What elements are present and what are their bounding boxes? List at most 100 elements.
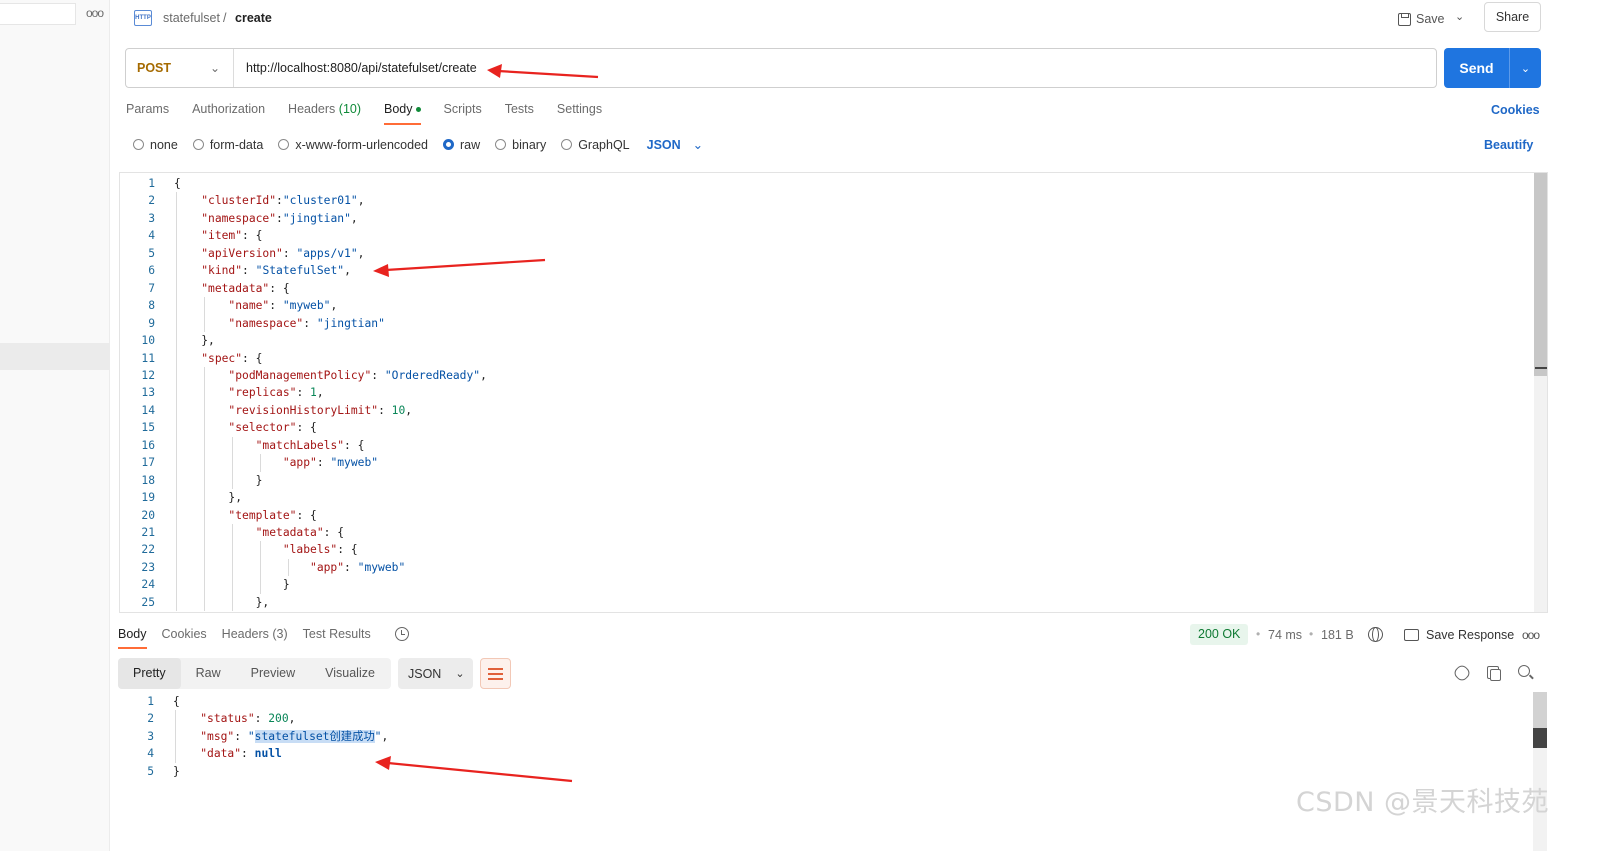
code-text: {	[173, 695, 180, 708]
method-label: POST	[137, 61, 172, 75]
code-text: "revisionHistoryLimit": 10,	[228, 403, 413, 417]
code-text: }	[174, 473, 263, 487]
response-tab-test-results[interactable]: Test Results	[303, 627, 371, 649]
search-icon[interactable]	[1518, 665, 1530, 677]
tab-scripts[interactable]: Scripts	[444, 102, 482, 125]
beautify-button[interactable]: Beautify	[1484, 138, 1533, 152]
code-line: 4 "data": null	[119, 745, 1519, 762]
globe-icon[interactable]	[1368, 627, 1383, 642]
code-text: {	[174, 177, 181, 190]
code-text: "matchLabels": {	[255, 438, 365, 452]
wrap-lines-icon[interactable]	[480, 658, 511, 689]
tab-settings[interactable]: Settings	[557, 102, 602, 125]
body-type-raw[interactable]: raw	[443, 138, 480, 152]
send-options-chevron-icon[interactable]: ⌄	[1510, 62, 1541, 75]
code-text: },	[174, 491, 243, 505]
tab-headers[interactable]: Headers (10)	[288, 102, 361, 125]
indent-guide	[260, 454, 261, 472]
indent-guide	[260, 541, 261, 594]
tab-body[interactable]: Body	[384, 102, 421, 125]
line-number: 12	[141, 368, 155, 382]
code-line: 4 "item": {	[120, 227, 1520, 244]
response-scrollbar-thumb[interactable]	[1533, 728, 1547, 748]
share-button[interactable]: Share	[1484, 2, 1541, 32]
line-number: 10	[141, 334, 155, 348]
editor-scrollbar-thumb[interactable]	[1534, 173, 1547, 376]
view-pretty[interactable]: Pretty	[118, 658, 181, 689]
save-button[interactable]: Save	[1398, 8, 1445, 30]
line-number: 6	[148, 264, 155, 278]
indent-guide	[288, 558, 289, 577]
tab-authorization[interactable]: Authorization	[192, 102, 265, 125]
body-type-urlencoded[interactable]: x-www-form-urlencoded	[278, 138, 428, 152]
cookies-link[interactable]: Cookies	[1491, 103, 1540, 117]
breadcrumb-separator: /	[223, 11, 227, 25]
view-preview[interactable]: Preview	[236, 658, 310, 689]
code-text: "replicas": 1,	[228, 386, 324, 400]
tab-headers-count: (10)	[338, 102, 362, 116]
line-number: 5	[147, 764, 154, 778]
tab-params[interactable]: Params	[126, 102, 169, 125]
code-line: 24 }	[120, 576, 1520, 593]
view-visualize[interactable]: Visualize	[310, 658, 390, 689]
response-time: 74 ms	[1268, 628, 1303, 642]
response-body-viewer[interactable]: 1{2 "status": 200, 3 "msg": "statefulset创…	[119, 692, 1548, 851]
body-type-binary[interactable]: binary	[495, 138, 546, 152]
code-line: 2 "status": 200,	[119, 710, 1519, 727]
line-number: 24	[141, 578, 155, 592]
response-format-select[interactable]: JSON ⌄	[398, 658, 473, 689]
body-modified-dot-icon	[415, 107, 421, 113]
chevron-down-icon: ⌄	[455, 668, 465, 680]
code-text: "status": 200,	[200, 712, 296, 726]
line-number: 14	[141, 403, 155, 417]
indent-guide	[204, 297, 205, 333]
save-options-chevron-icon[interactable]: ⌄	[1455, 10, 1464, 23]
code-line: 16 "matchLabels": {	[120, 437, 1520, 454]
history-icon[interactable]	[395, 627, 409, 641]
view-raw[interactable]: Raw	[181, 658, 236, 689]
sidebar-selected-item[interactable]	[0, 343, 110, 370]
breadcrumb-parent[interactable]: statefulset	[163, 11, 220, 25]
request-body-editor[interactable]: 1{2 "clusterId":"cluster01", 3 "namespace…	[119, 172, 1548, 613]
response-tab-body[interactable]: Body	[118, 627, 147, 649]
response-tab-headers[interactable]: Headers (3)	[222, 627, 288, 649]
line-number: 5	[148, 246, 155, 260]
more-options-icon[interactable]: ooo	[1522, 628, 1540, 642]
response-tab-cookies[interactable]: Cookies	[162, 627, 207, 649]
code-line: 17 "app": "myweb"	[120, 454, 1520, 471]
request-tabs: Params Authorization Headers (10) Body S…	[126, 102, 625, 125]
send-label: Send	[1459, 60, 1494, 76]
watermark: CSDN @景天科技苑	[1296, 787, 1550, 818]
code-line: 23 "app": "myweb"	[120, 559, 1520, 576]
code-text: "msg": "statefulset创建成功",	[200, 729, 389, 743]
copy-icon[interactable]	[1487, 666, 1501, 681]
radio-icon	[133, 139, 144, 150]
line-number: 1	[147, 695, 154, 708]
method-select[interactable]: POST ⌄	[126, 49, 234, 87]
tab-tests[interactable]: Tests	[505, 102, 534, 125]
code-text: },	[174, 595, 270, 609]
code-text: },	[174, 334, 215, 348]
indent-guide	[232, 436, 233, 490]
code-line: 1{	[120, 175, 1520, 192]
line-number: 3	[147, 729, 154, 743]
sidebar-search-input[interactable]	[0, 3, 76, 25]
line-number: 7	[148, 281, 155, 295]
indent-guide	[176, 192, 177, 612]
chevron-down-icon: ⌄	[209, 61, 220, 75]
code-text: "template": {	[228, 508, 317, 522]
code-line: 3 "msg": "statefulset创建成功",	[119, 728, 1519, 745]
send-button[interactable]: Send ⌄	[1444, 48, 1541, 88]
breadcrumb-current[interactable]: create	[235, 11, 272, 25]
link-icon[interactable]	[1452, 663, 1472, 683]
code-line: 11 "spec": {	[120, 350, 1520, 367]
save-response-button[interactable]: Save Response	[1426, 628, 1514, 642]
code-line: 5 "apiVersion": "apps/v1",	[120, 245, 1520, 262]
url-input[interactable]: http://localhost:8080/api/statefulset/cr…	[234, 61, 477, 75]
code-line: 10 },	[120, 332, 1520, 349]
body-type-graphql[interactable]: GraphQL	[561, 138, 630, 152]
body-type-form-data[interactable]: form-data	[192, 138, 263, 152]
body-format-select[interactable]: JSON ⌄	[647, 137, 704, 152]
more-options-icon[interactable]: ooo	[86, 6, 104, 20]
body-type-none[interactable]: none	[133, 138, 178, 152]
